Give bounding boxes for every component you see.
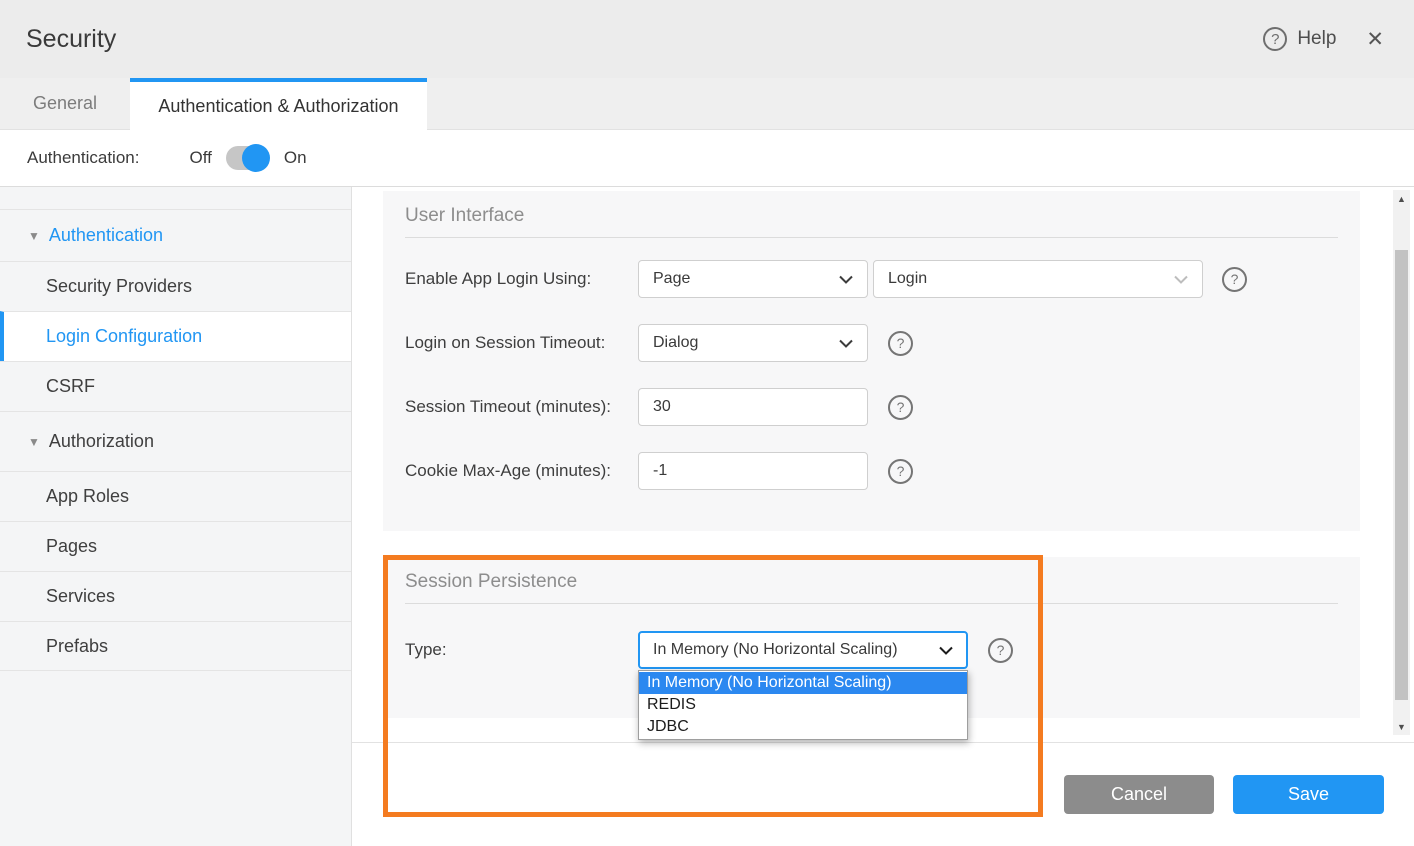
dropdown-option-jdbc[interactable]: JDBC (639, 716, 967, 738)
field-label: Session Timeout (minutes): (405, 397, 638, 417)
sidebar-item-app-roles[interactable]: App Roles (0, 471, 351, 521)
toggle-knob (242, 144, 270, 172)
tab-bar: General Authentication & Authorization (0, 78, 1414, 130)
authentication-toggle-row: Authentication: Off On (0, 130, 1414, 187)
form-row-persistence-type: Type: In Memory (No Horizontal Scaling) … (405, 631, 1338, 669)
sidebar-group-authentication[interactable]: ▼ Authentication (0, 209, 351, 261)
help-circle-icon[interactable]: ? (888, 459, 913, 484)
session-persistence-section: Session Persistence Type: In Memory (No … (383, 557, 1360, 718)
dropdown-option-redis[interactable]: REDIS (639, 694, 967, 716)
persistence-type-dropdown-menu: In Memory (No Horizontal Scaling) REDIS … (638, 670, 968, 740)
session-timeout-input[interactable] (638, 388, 868, 426)
footer-divider (352, 742, 1414, 743)
sidebar-item-services[interactable]: Services (0, 571, 351, 621)
user-interface-section: User Interface Enable App Login Using: P… (383, 191, 1360, 531)
section-title: Session Persistence (383, 557, 1360, 603)
select-value: Dialog (653, 334, 698, 352)
sidebar-spacer (0, 187, 351, 209)
save-button[interactable]: Save (1233, 775, 1384, 814)
field-label: Cookie Max-Age (minutes): (405, 461, 638, 481)
chevron-down-icon (839, 275, 853, 284)
select-value: In Memory (No Horizontal Scaling) (653, 641, 898, 659)
tab-authentication-authorization[interactable]: Authentication & Authorization (130, 78, 427, 130)
help-circle-icon[interactable]: ? (988, 638, 1013, 663)
sidebar-item-csrf[interactable]: CSRF (0, 361, 351, 411)
field-label: Enable App Login Using: (405, 269, 638, 289)
toggle-on-label: On (284, 148, 307, 168)
toggle-off-label: Off (189, 148, 211, 168)
help-circle-icon[interactable]: ? (1263, 27, 1287, 51)
sidebar-group-label: Authorization (49, 431, 154, 452)
login-page-select[interactable]: Login (873, 260, 1203, 298)
help-circle-icon[interactable]: ? (888, 331, 913, 356)
select-value: Page (653, 270, 690, 288)
chevron-down-icon (939, 646, 953, 655)
field-label: Type: (405, 640, 638, 660)
vertical-scrollbar[interactable]: ▲ ▼ (1393, 190, 1410, 735)
authentication-toggle[interactable] (226, 146, 268, 170)
header-actions: ? Help ✕ (1263, 27, 1388, 52)
sidebar-group-authorization[interactable]: ▼ Authorization (0, 411, 351, 471)
sidebar-item-pages[interactable]: Pages (0, 521, 351, 571)
close-icon[interactable]: ✕ (1362, 27, 1388, 52)
dialog-header: Security ? Help ✕ (0, 0, 1414, 78)
chevron-expanded-icon: ▼ (28, 229, 40, 243)
sidebar-nav: ▼ Authentication Security Providers Logi… (0, 187, 352, 846)
scrollbar-thumb[interactable] (1395, 250, 1408, 700)
sidebar-item-security-providers[interactable]: Security Providers (0, 261, 351, 311)
session-timeout-mode-select[interactable]: Dialog (638, 324, 868, 362)
authentication-label: Authentication: (27, 148, 139, 168)
scroll-down-icon[interactable]: ▼ (1393, 718, 1410, 735)
enable-app-login-select[interactable]: Page (638, 260, 868, 298)
tab-general[interactable]: General (0, 78, 130, 129)
help-circle-icon[interactable]: ? (1222, 267, 1247, 292)
cookie-max-age-input[interactable] (638, 452, 868, 490)
help-circle-icon[interactable]: ? (888, 395, 913, 420)
cancel-button[interactable]: Cancel (1064, 775, 1214, 814)
select-value: Login (888, 270, 927, 288)
chevron-down-icon (839, 339, 853, 348)
help-link[interactable]: Help (1297, 28, 1336, 50)
dropdown-option-in-memory[interactable]: In Memory (No Horizontal Scaling) (639, 672, 967, 694)
main-panel: User Interface Enable App Login Using: P… (352, 187, 1414, 846)
section-divider (405, 237, 1338, 238)
chevron-down-icon (1174, 275, 1188, 284)
security-dialog: Security ? Help ✕ General Authentication… (0, 0, 1414, 846)
field-label: Login on Session Timeout: (405, 333, 638, 353)
section-divider (405, 603, 1338, 604)
page-title: Security (26, 25, 116, 54)
persistence-type-select-wrap: In Memory (No Horizontal Scaling) In Mem… (638, 631, 968, 669)
form-row-cookie-max-age: Cookie Max-Age (minutes): ? (405, 452, 1338, 490)
chevron-expanded-icon: ▼ (28, 435, 40, 449)
scroll-up-icon[interactable]: ▲ (1393, 190, 1410, 207)
sidebar-group-label: Authentication (49, 225, 163, 246)
sidebar-item-prefabs[interactable]: Prefabs (0, 621, 351, 671)
dialog-body: ▼ Authentication Security Providers Logi… (0, 187, 1414, 846)
form-row-login-session-timeout: Login on Session Timeout: Dialog ? (405, 324, 1338, 362)
persistence-type-select[interactable]: In Memory (No Horizontal Scaling) (638, 631, 968, 669)
section-title: User Interface (383, 191, 1360, 237)
sidebar-item-login-configuration[interactable]: Login Configuration (0, 311, 351, 361)
form-row-session-timeout-minutes: Session Timeout (minutes): ? (405, 388, 1338, 426)
form-row-enable-app-login: Enable App Login Using: Page Login ? (405, 260, 1338, 298)
